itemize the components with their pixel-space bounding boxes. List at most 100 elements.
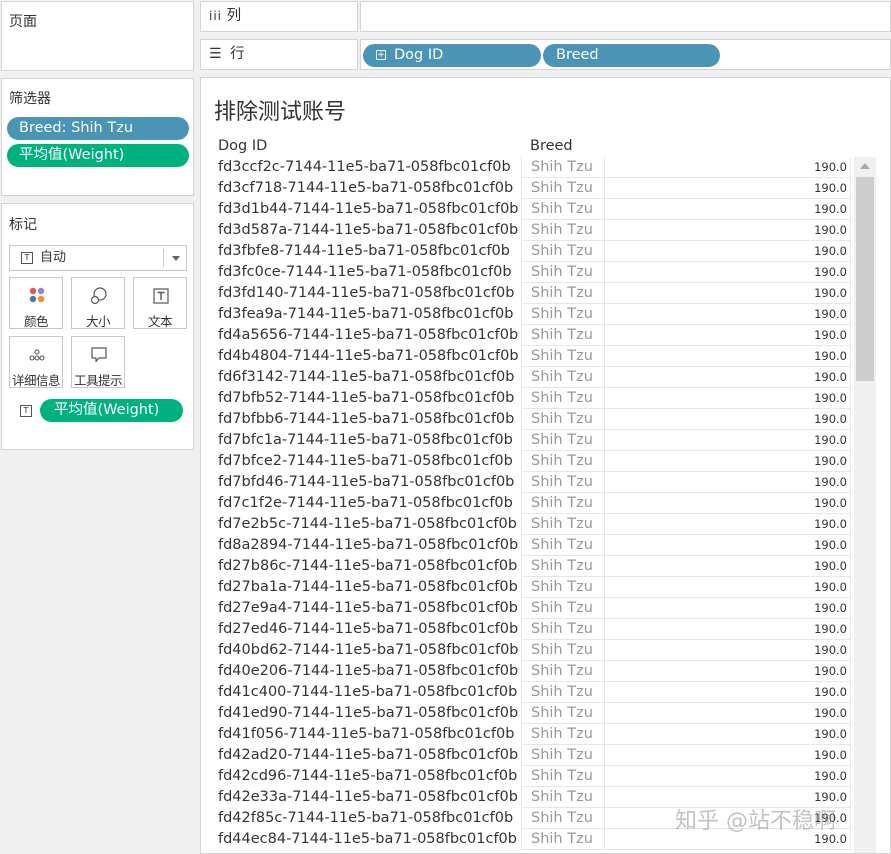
table-row[interactable]: fd3d1b44-7144-11e5-ba71-058fbc01cf0b Shih… (210, 199, 851, 220)
breed-cell[interactable]: Shih Tzu (521, 388, 605, 409)
avg-weight-cell[interactable]: 190.0 (605, 514, 851, 535)
breed-cell[interactable]: Shih Tzu (521, 262, 605, 283)
table-row[interactable]: fd42cd96-7144-11e5-ba71-058fbc01cf0b Shih… (210, 766, 851, 787)
dog-id-cell[interactable]: fd6f3142-7144-11e5-ba71-058fbc01cf0b (210, 367, 521, 388)
table-row[interactable]: fd7bfbb6-7144-11e5-ba71-058fbc01cf0b Shih… (210, 409, 851, 430)
table-row[interactable]: fd40bd62-7144-11e5-ba71-058fbc01cf0b Shih… (210, 640, 851, 661)
avg-weight-cell[interactable]: 190.0 (605, 430, 851, 451)
avg-weight-cell[interactable]: 190.0 (605, 493, 851, 514)
avg-weight-cell[interactable]: 190.0 (605, 535, 851, 556)
dog-id-cell[interactable]: fd3fc0ce-7144-11e5-ba71-058fbc01cf0b (210, 262, 521, 283)
avg-weight-cell[interactable]: 190.0 (605, 220, 851, 241)
avg-weight-cell[interactable]: 190.0 (605, 178, 851, 199)
table-row[interactable]: fd7bfb52-7144-11e5-ba71-058fbc01cf0b Shih… (210, 388, 851, 409)
mark-tooltip-button[interactable]: 工具提示 (71, 336, 125, 388)
dog-id-cell[interactable]: fd7bfb52-7144-11e5-ba71-058fbc01cf0b (210, 388, 521, 409)
dog-id-cell[interactable]: fd41ed90-7144-11e5-ba71-058fbc01cf0b (210, 703, 521, 724)
mark-color-button[interactable]: 颜色 (9, 277, 63, 329)
table-row[interactable]: fd42ad20-7144-11e5-ba71-058fbc01cf0b Shih… (210, 745, 851, 766)
dog-id-cell[interactable]: fd44ec84-7144-11e5-ba71-058fbc01cf0b (210, 829, 521, 850)
table-row[interactable]: fd4b4804-7144-11e5-ba71-058fbc01cf0b Shih… (210, 346, 851, 367)
row-pill-dog-id[interactable]: + Dog ID (363, 44, 541, 67)
avg-weight-cell[interactable]: 190.0 (605, 409, 851, 430)
scroll-up-arrow-icon[interactable] (860, 163, 870, 169)
mark-text-button[interactable]: 文本 (133, 277, 187, 329)
mark-type-dropdown[interactable]: T 自动 (9, 245, 187, 271)
table-row[interactable]: fd41c400-7144-11e5-ba71-058fbc01cf0b Shih… (210, 682, 851, 703)
breed-cell[interactable]: Shih Tzu (521, 178, 605, 199)
breed-cell[interactable]: Shih Tzu (521, 157, 605, 178)
mark-field-pill-avg-weight[interactable]: 平均值(Weight) (40, 399, 183, 422)
table-row[interactable]: fd7bfd46-7144-11e5-ba71-058fbc01cf0b Shih… (210, 472, 851, 493)
breed-cell[interactable]: Shih Tzu (521, 787, 605, 808)
breed-cell[interactable]: Shih Tzu (521, 409, 605, 430)
breed-cell[interactable]: Shih Tzu (521, 682, 605, 703)
dog-id-cell[interactable]: fd3fbfe8-7144-11e5-ba71-058fbc01cf0b (210, 241, 521, 262)
header-breed[interactable]: Breed (530, 138, 573, 154)
table-row[interactable]: fd3fbfe8-7144-11e5-ba71-058fbc01cf0b Shih… (210, 241, 851, 262)
breed-cell[interactable]: Shih Tzu (521, 304, 605, 325)
table-row[interactable]: fd3ccf2c-7144-11e5-ba71-058fbc01cf0b Shih… (210, 157, 851, 178)
dog-id-cell[interactable]: fd4a5656-7144-11e5-ba71-058fbc01cf0b (210, 325, 521, 346)
avg-weight-cell[interactable]: 190.0 (605, 472, 851, 493)
table-row[interactable]: fd6f3142-7144-11e5-ba71-058fbc01cf0b Shih… (210, 367, 851, 388)
table-row[interactable]: fd7c1f2e-7144-11e5-ba71-058fbc01cf0b Shih… (210, 493, 851, 514)
breed-cell[interactable]: Shih Tzu (521, 451, 605, 472)
table-row[interactable]: fd7bfce2-7144-11e5-ba71-058fbc01cf0b Shih… (210, 451, 851, 472)
breed-cell[interactable]: Shih Tzu (521, 724, 605, 745)
row-pill-breed[interactable]: Breed (543, 44, 720, 67)
table-row[interactable]: fd3d587a-7144-11e5-ba71-058fbc01cf0b Shih… (210, 220, 851, 241)
dog-id-cell[interactable]: fd27e9a4-7144-11e5-ba71-058fbc01cf0b (210, 598, 521, 619)
breed-cell[interactable]: Shih Tzu (521, 640, 605, 661)
breed-cell[interactable]: Shih Tzu (521, 199, 605, 220)
dog-id-cell[interactable]: fd42e33a-7144-11e5-ba71-058fbc01cf0b (210, 787, 521, 808)
breed-cell[interactable]: Shih Tzu (521, 577, 605, 598)
avg-weight-cell[interactable]: 190.0 (605, 640, 851, 661)
table-row[interactable]: fd3fea9a-7144-11e5-ba71-058fbc01cf0b Shih… (210, 304, 851, 325)
table-row[interactable]: fd27ed46-7144-11e5-ba71-058fbc01cf0b Shih… (210, 619, 851, 640)
dog-id-cell[interactable]: fd3d1b44-7144-11e5-ba71-058fbc01cf0b (210, 199, 521, 220)
table-row[interactable]: fd40e206-7144-11e5-ba71-058fbc01cf0b Shih… (210, 661, 851, 682)
dog-id-cell[interactable]: fd7bfd46-7144-11e5-ba71-058fbc01cf0b (210, 472, 521, 493)
columns-shelf[interactable] (360, 1, 891, 32)
breed-cell[interactable]: Shih Tzu (521, 493, 605, 514)
dog-id-cell[interactable]: fd27b86c-7144-11e5-ba71-058fbc01cf0b (210, 556, 521, 577)
avg-weight-cell[interactable]: 190.0 (605, 745, 851, 766)
table-row[interactable]: fd27e9a4-7144-11e5-ba71-058fbc01cf0b Shih… (210, 598, 851, 619)
dog-id-cell[interactable]: fd4b4804-7144-11e5-ba71-058fbc01cf0b (210, 346, 521, 367)
avg-weight-cell[interactable]: 190.0 (605, 556, 851, 577)
filters-panel[interactable]: 筛选器 Breed: Shih Tzu 平均值(Weight) (1, 78, 194, 196)
dog-id-cell[interactable]: fd7c1f2e-7144-11e5-ba71-058fbc01cf0b (210, 493, 521, 514)
table-row[interactable]: fd27ba1a-7144-11e5-ba71-058fbc01cf0b Shih… (210, 577, 851, 598)
table-row[interactable]: fd3fc0ce-7144-11e5-ba71-058fbc01cf0b Shih… (210, 262, 851, 283)
breed-cell[interactable]: Shih Tzu (521, 472, 605, 493)
header-dog-id[interactable]: Dog ID (218, 138, 267, 154)
avg-weight-cell[interactable]: 190.0 (605, 724, 851, 745)
breed-cell[interactable]: Shih Tzu (521, 283, 605, 304)
dog-id-cell[interactable]: fd42ad20-7144-11e5-ba71-058fbc01cf0b (210, 745, 521, 766)
breed-cell[interactable]: Shih Tzu (521, 556, 605, 577)
avg-weight-cell[interactable]: 190.0 (605, 346, 851, 367)
avg-weight-cell[interactable]: 190.0 (605, 262, 851, 283)
breed-cell[interactable]: Shih Tzu (521, 661, 605, 682)
dog-id-cell[interactable]: fd42f85c-7144-11e5-ba71-058fbc01cf0b (210, 808, 521, 829)
breed-cell[interactable]: Shih Tzu (521, 829, 605, 850)
breed-cell[interactable]: Shih Tzu (521, 430, 605, 451)
dog-id-cell[interactable]: fd27ed46-7144-11e5-ba71-058fbc01cf0b (210, 619, 521, 640)
breed-cell[interactable]: Shih Tzu (521, 766, 605, 787)
vertical-scrollbar[interactable] (854, 157, 876, 853)
avg-weight-cell[interactable]: 190.0 (605, 241, 851, 262)
dog-id-cell[interactable]: fd7bfce2-7144-11e5-ba71-058fbc01cf0b (210, 451, 521, 472)
avg-weight-cell[interactable]: 190.0 (605, 682, 851, 703)
dog-id-cell[interactable]: fd3fd140-7144-11e5-ba71-058fbc01cf0b (210, 283, 521, 304)
filter-pill-breed[interactable]: Breed: Shih Tzu (7, 117, 189, 140)
dog-id-cell[interactable]: fd42cd96-7144-11e5-ba71-058fbc01cf0b (210, 766, 521, 787)
breed-cell[interactable]: Shih Tzu (521, 220, 605, 241)
avg-weight-cell[interactable]: 190.0 (605, 388, 851, 409)
avg-weight-cell[interactable]: 190.0 (605, 703, 851, 724)
avg-weight-cell[interactable]: 190.0 (605, 199, 851, 220)
breed-cell[interactable]: Shih Tzu (521, 346, 605, 367)
avg-weight-cell[interactable]: 190.0 (605, 766, 851, 787)
filter-pill-avg-weight[interactable]: 平均值(Weight) (7, 144, 189, 167)
dog-id-cell[interactable]: fd3ccf2c-7144-11e5-ba71-058fbc01cf0b (210, 157, 521, 178)
